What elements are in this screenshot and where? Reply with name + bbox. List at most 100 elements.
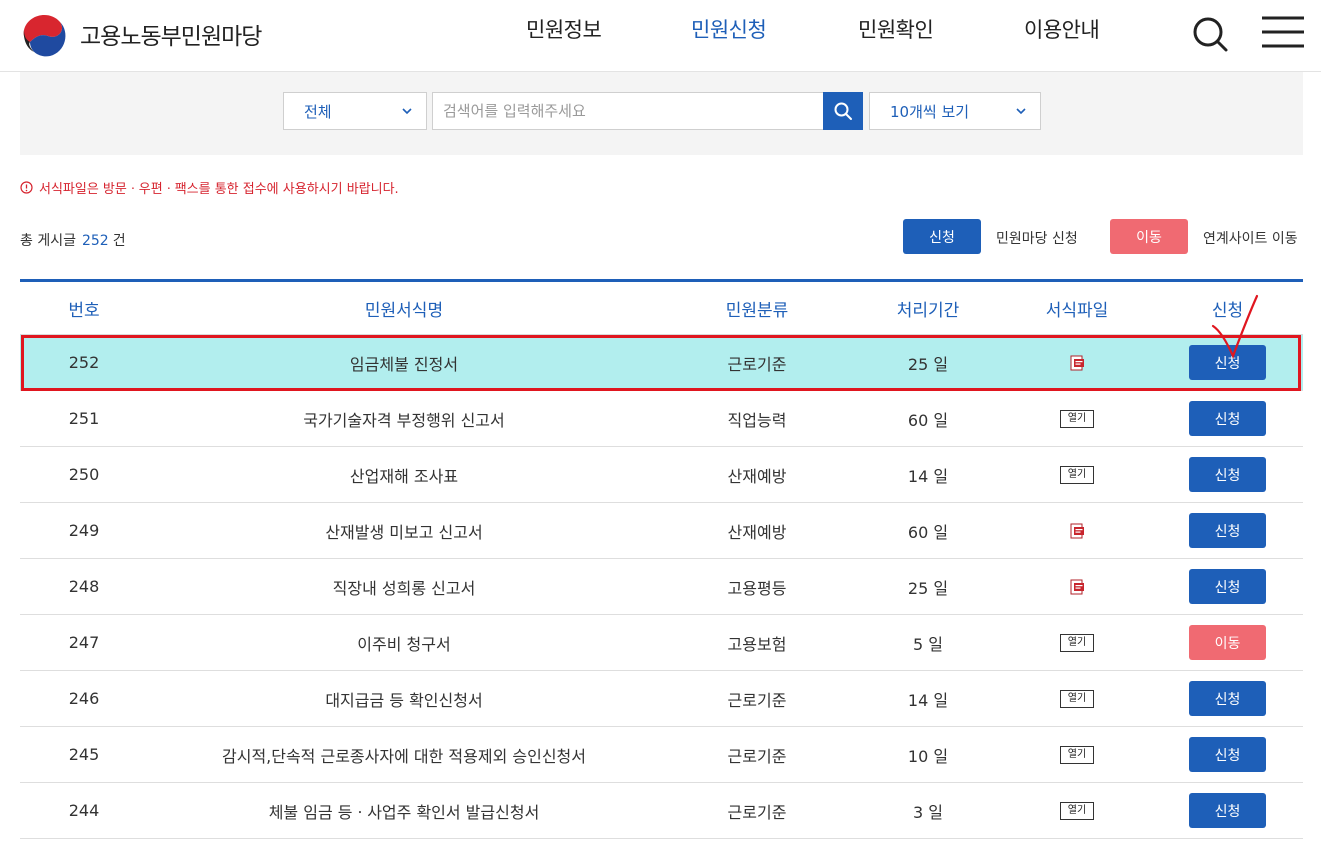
row-period: 25 일	[907, 354, 949, 374]
nav-item-guide[interactable]: 이용안내	[1024, 14, 1100, 44]
apply-button[interactable]: 신청	[1189, 681, 1266, 716]
header-apply: 신청	[1211, 300, 1244, 321]
row-period: 60 일	[907, 410, 949, 430]
nav-item-apply[interactable]: 민원신청	[691, 14, 767, 44]
move-button[interactable]: 이동	[1189, 625, 1266, 660]
apply-button[interactable]: 신청	[1189, 737, 1266, 772]
site-title: 고용노동부민원마당	[80, 24, 262, 50]
header-no: 번호	[68, 300, 100, 321]
open-file-button[interactable]: 열기	[1059, 745, 1095, 764]
row-file: 열기	[1002, 671, 1152, 726]
row-action: 신청	[1152, 391, 1303, 446]
row-period: 14 일	[907, 466, 949, 486]
row-action: 신청	[1152, 671, 1303, 726]
header-category: 민원분류	[725, 300, 789, 321]
table-row: 245 감시적,단속적 근로종사자에 대한 적용제외 승인신청서 근로기준 10 일 열…	[20, 727, 1303, 783]
row-category: 근로기준	[727, 690, 787, 710]
pdf-file-icon[interactable]	[1069, 523, 1085, 539]
pdf-file-icon[interactable]	[1069, 579, 1085, 595]
row-form-name: 국가기술자격 부정행위 신고서	[303, 410, 505, 430]
row-number: 244	[68, 801, 100, 820]
chevron-down-icon	[1016, 108, 1026, 115]
row-category: 직업능력	[727, 410, 787, 430]
logo[interactable]: 고용노동부민원마당	[20, 8, 262, 60]
apply-button[interactable]: 신청	[1189, 793, 1266, 828]
apply-button[interactable]: 신청	[1189, 457, 1266, 492]
total-unit: 건	[112, 233, 126, 249]
row-form-name: 산재발생 미보고 신고서	[325, 522, 483, 542]
table-row: 249 산재발생 미보고 신고서 산재예방 60 일 신청	[20, 503, 1303, 559]
table-row: 244 체불 임금 등ㆍ사업주 확인서 발급신청서 근로기준 3 일 열기 신청	[20, 783, 1303, 839]
table-row: 250 산업재해 조사표 산재예방 14 일 열기 신청	[20, 447, 1303, 503]
row-category: 산재예방	[727, 466, 787, 486]
apply-button[interactable]: 신청	[1189, 513, 1266, 548]
row-number: 247	[68, 633, 100, 652]
page-size-select[interactable]: 10개씩 보기	[869, 92, 1041, 130]
row-category: 근로기준	[727, 354, 787, 374]
nav-item-check[interactable]: 민원확인	[858, 14, 934, 44]
apply-button[interactable]: 신청	[1189, 345, 1266, 380]
total-number: 252	[81, 233, 109, 249]
row-file	[1002, 559, 1152, 614]
site-header: 고용노동부민원마당 민원정보 민원신청 민원확인 이용안내	[0, 0, 1321, 72]
table-body: 252 임금체불 진정서 근로기준 25 일 신청 251 국가기술자격 부정행위 신고서 직…	[20, 335, 1303, 839]
open-file-button[interactable]: 열기	[1059, 409, 1095, 428]
row-period: 60 일	[907, 522, 949, 542]
search-panel: 전체 10개씩 보기	[20, 72, 1303, 155]
apply-button[interactable]: 신청	[1189, 401, 1266, 436]
row-period: 25 일	[907, 578, 949, 598]
nav-item-info[interactable]: 민원정보	[526, 14, 602, 44]
row-file	[1002, 335, 1152, 390]
table-row: 248 직장내 성희롱 신고서 고용평등 25 일 신청	[20, 559, 1303, 615]
row-action: 신청	[1152, 503, 1303, 558]
row-form-name: 감시적,단속적 근로종사자에 대한 적용제외 승인신청서	[222, 746, 586, 766]
row-form-name: 직장내 성희롱 신고서	[332, 578, 476, 598]
category-select[interactable]: 전체	[283, 92, 427, 130]
row-action: 신청	[1152, 783, 1303, 838]
pdf-file-icon[interactable]	[1069, 355, 1085, 371]
open-file-button[interactable]: 열기	[1059, 689, 1095, 708]
row-file: 열기	[1002, 615, 1152, 670]
search-input[interactable]	[432, 92, 824, 130]
apply-button[interactable]: 신청	[1189, 569, 1266, 604]
row-action: 신청	[1152, 335, 1303, 390]
row-form-name: 이주비 청구서	[357, 634, 451, 654]
row-file: 열기	[1002, 391, 1152, 446]
search-icon	[1193, 17, 1228, 52]
total-count: 총 게시글 252 건	[20, 230, 126, 250]
row-file	[1002, 503, 1152, 558]
header-search-button[interactable]	[1190, 14, 1230, 54]
row-category: 근로기준	[727, 746, 787, 766]
header-form-name: 민원서식명	[364, 300, 444, 321]
row-period: 14 일	[907, 690, 949, 710]
notice-message: 서식파일은 방문ㆍ우편ㆍ팩스를 통한 접수에 사용하시기 바랍니다.	[20, 178, 399, 197]
alert-circle-icon	[20, 181, 33, 194]
table-row: 251 국가기술자격 부정행위 신고서 직업능력 60 일 열기 신청	[20, 391, 1303, 447]
total-label: 총 게시글	[20, 233, 76, 249]
table-row: 252 임금체불 진정서 근로기준 25 일 신청	[20, 335, 1303, 391]
open-file-button[interactable]: 열기	[1059, 633, 1095, 652]
row-action: 이동	[1152, 615, 1303, 670]
page-size-value: 10개씩 보기	[890, 102, 970, 121]
header-period: 처리기간	[896, 300, 960, 321]
menu-button[interactable]	[1262, 15, 1304, 51]
search-submit-button[interactable]	[823, 92, 863, 130]
row-file: 열기	[1002, 727, 1152, 782]
open-file-button[interactable]: 열기	[1059, 801, 1095, 820]
chevron-down-icon	[402, 108, 412, 115]
hamburger-menu-icon	[1262, 16, 1304, 48]
header-file: 서식파일	[1045, 300, 1109, 321]
row-form-name: 체불 임금 등ㆍ사업주 확인서 발급신청서	[268, 802, 540, 822]
legend-apply-desc: 민원마당 신청	[996, 231, 1078, 247]
table-row: 246 대지급금 등 확인신청서 근로기준 14 일 열기 신청	[20, 671, 1303, 727]
notice-text: 서식파일은 방문ㆍ우편ㆍ팩스를 통한 접수에 사용하시기 바랍니다.	[39, 182, 399, 197]
row-period: 5 일	[913, 634, 943, 654]
row-action: 신청	[1152, 447, 1303, 502]
table-row: 247 이주비 청구서 고용보험 5 일 열기 이동	[20, 615, 1303, 671]
row-category: 근로기준	[727, 802, 787, 822]
open-file-button[interactable]: 열기	[1059, 465, 1095, 484]
form-table: 번호 민원서식명 민원분류 처리기간 서식파일 신청 252 임금체불 진정서 근로…	[20, 279, 1303, 839]
row-period: 10 일	[907, 746, 949, 766]
row-form-name: 산업재해 조사표	[349, 466, 459, 486]
row-number: 246	[68, 689, 100, 708]
